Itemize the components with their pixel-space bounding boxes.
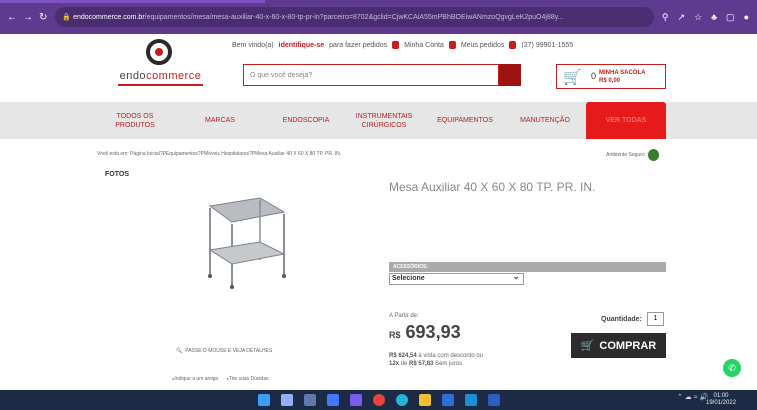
price-from-label: A Partir de:: [389, 313, 419, 319]
star-icon[interactable]: ☆: [694, 12, 702, 23]
logo-gear-icon[interactable]: [146, 39, 172, 65]
windows-start-icon[interactable]: [258, 394, 270, 406]
identify-link[interactable]: identifique-se: [279, 42, 325, 49]
url-domain: endocommerce.com.br: [73, 13, 145, 21]
search-icon[interactable]: ⚲: [662, 12, 669, 23]
quantity-input[interactable]: 1: [647, 312, 664, 326]
product-links: Indique a um amigo Tire suas Dúvidas: [172, 376, 269, 382]
back-icon[interactable]: ←: [7, 12, 17, 23]
search-icon[interactable]: [281, 394, 293, 406]
cart-icon: 🛒: [563, 69, 582, 86]
quantity-label: Quantidade:: [601, 316, 642, 323]
user-icon: [392, 41, 400, 49]
cart-icon: 🛒: [580, 340, 595, 352]
reload-icon[interactable]: ↻: [39, 12, 47, 23]
mail-icon[interactable]: [465, 394, 477, 406]
browser-toolbar: ← → ↻ 🔒 endocommerce.com.br /equipamento…: [0, 0, 757, 34]
photos-label: FOTOS: [105, 171, 129, 178]
questions-link[interactable]: Tire suas Dúvidas: [226, 376, 269, 382]
taskbar-apps: [258, 394, 500, 406]
breadcrumb[interactable]: Você está em: Página Inicial?PEquipament…: [97, 151, 341, 157]
orders-link[interactable]: Meus pedidos: [461, 42, 505, 49]
address-bar[interactable]: 🔒 endocommerce.com.br /equipamentos/mesa…: [55, 7, 654, 27]
user-links: Bem vindo(a) identifique-se para fazer p…: [232, 41, 573, 49]
search-button[interactable]: [499, 64, 521, 86]
menu-item-equipamentos[interactable]: EQUIPAMENTOS: [430, 102, 500, 139]
product-image[interactable]: [196, 190, 288, 290]
cart-button[interactable]: 🛒 0 MINHA SACOLA R$ 0,00: [556, 64, 666, 89]
menu-item-endoscopia[interactable]: ENDOSCOPIA: [276, 102, 336, 139]
phone-number: (27) 99901-1555: [521, 41, 574, 49]
search-input[interactable]: O que você deseja?: [243, 64, 499, 86]
widgets-icon[interactable]: [327, 394, 339, 406]
product-title: Mesa Auxiliar 40 X 60 X 80 TP. PR. IN.: [389, 180, 596, 194]
buy-button[interactable]: 🛒 COMPRAR: [571, 333, 666, 358]
phone-icon: [509, 41, 517, 49]
menu-item-todos[interactable]: TODOS OS PRODUTOS: [108, 102, 162, 139]
zoom-hint: 🔍 PASSE O MOUSE E VEJA DETALHES: [176, 348, 273, 354]
welcome-suffix: para fazer pedidos: [329, 41, 388, 49]
logo-underline: [118, 84, 203, 86]
url-path: /equipamentos/mesa/mesa-auxiliar-40-x-60…: [144, 13, 564, 21]
cart-label: MINHA SACOLA R$ 0,00: [599, 70, 646, 84]
whatsapp-icon[interactable]: ✆: [723, 359, 741, 377]
secure-badge: Ambiente Seguro: [606, 149, 659, 161]
lock-icon: 🔒: [62, 14, 74, 21]
secure-label: Ambiente Seguro: [606, 152, 645, 158]
cart-count: 0: [591, 71, 597, 81]
active-tab-indicator: [0, 0, 265, 3]
edge-icon[interactable]: [396, 394, 408, 406]
logo-text[interactable]: endocommerce: [118, 70, 203, 82]
accessories-header: ACESSÓRIOS:: [389, 262, 666, 272]
product-price: R$ 693,93: [389, 322, 461, 342]
store-icon[interactable]: [442, 394, 454, 406]
recommend-link[interactable]: Indique a um amigo: [172, 376, 218, 382]
shield-icon: [647, 149, 659, 161]
buy-label: COMPRAR: [599, 339, 657, 352]
account-link[interactable]: Minha Conta: [404, 42, 444, 49]
chat-icon[interactable]: [350, 394, 362, 406]
forward-icon[interactable]: →: [23, 12, 33, 23]
menu-item-instrumentais[interactable]: INSTRUMENTAIS CIRÚRGICOS: [352, 102, 416, 139]
system-tray[interactable]: ⌃ ☁ ≈ 🔊: [677, 393, 708, 401]
zoom-icon: 🔍: [176, 348, 183, 354]
extension-icon[interactable]: ♣: [711, 12, 717, 23]
menu-item-marcas[interactable]: MARCAS: [198, 102, 242, 139]
price-discount: R$ 624,54 à vista com desconto ou 12x de…: [389, 353, 484, 367]
welcome-text: Bem vindo(a): [232, 41, 274, 49]
sidebar-icon[interactable]: ▢: [726, 12, 735, 23]
menu-item-manutencao[interactable]: MANUTENÇÃO: [514, 102, 576, 139]
chrome-icon[interactable]: [373, 394, 385, 406]
share-icon[interactable]: ↗: [678, 12, 686, 23]
task-view-icon[interactable]: [304, 394, 316, 406]
main-menu: TODOS OS PRODUTOS MARCAS ENDOSCOPIA INST…: [0, 102, 757, 139]
word-icon[interactable]: [488, 394, 500, 406]
nav-buttons: ← → ↻: [7, 12, 47, 23]
menu-list-icon: [448, 41, 456, 49]
profile-icon[interactable]: ●: [744, 12, 749, 23]
browser-actions: ⚲ ↗ ☆ ♣ ▢ ●: [662, 12, 749, 23]
taskbar: ⌃ ☁ ≈ 🔊 01:00 19/01/2022: [0, 390, 757, 410]
folder-icon[interactable]: [419, 394, 431, 406]
taskbar-clock[interactable]: 01:00 19/01/2022: [706, 393, 736, 407]
menu-item-ver-todas[interactable]: VER TODAS: [586, 102, 666, 139]
accessories-select[interactable]: Selecione: [389, 271, 524, 285]
